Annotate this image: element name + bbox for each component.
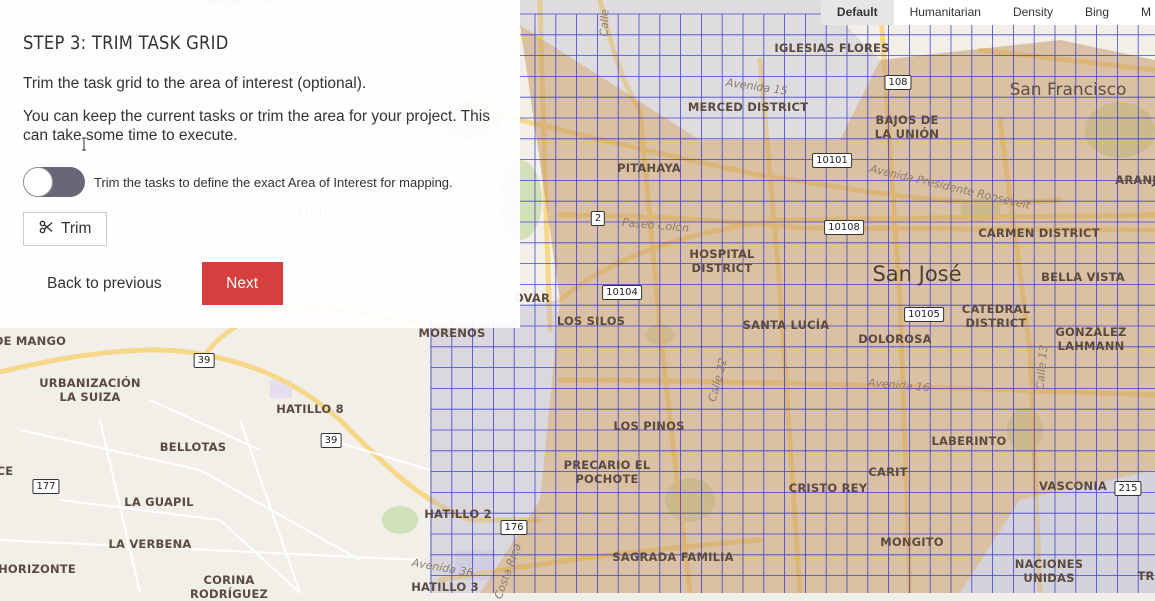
trim-button[interactable]: Trim [23,212,108,246]
toggle-knob [23,167,53,197]
trim-toggle[interactable] [23,167,85,197]
layer-default-button[interactable]: Default [820,0,894,25]
back-to-previous-button[interactable]: Back to previous [23,262,186,305]
layer-switcher: Default Humanitarian Density Bing M [820,0,1155,25]
layer-humanitarian-button[interactable]: Humanitarian [894,0,997,25]
step-panel: STEP 3: TRIM TASK GRID Trim the task gri… [0,0,520,328]
layer-density-button[interactable]: Density [997,0,1069,25]
step-intro: Trim the task grid to the area of intere… [23,75,367,92]
step-title: STEP 3: TRIM TASK GRID [23,32,229,54]
trim-button-label: Trim [61,220,92,237]
text-cursor-icon [82,137,86,151]
step-navigation: Back to previous Next [23,262,497,305]
layer-bing-button[interactable]: Bing [1069,0,1125,25]
layer-more-button[interactable]: M [1125,0,1155,25]
trim-toggle-label: Trim the tasks to define the exact Area … [94,174,453,190]
scissors-icon [39,220,53,239]
step-description: You can keep the current tasks or trim t… [23,108,490,144]
next-button[interactable]: Next [201,262,283,305]
trim-toggle-row: Trim the tasks to define the exact Area … [23,167,497,197]
